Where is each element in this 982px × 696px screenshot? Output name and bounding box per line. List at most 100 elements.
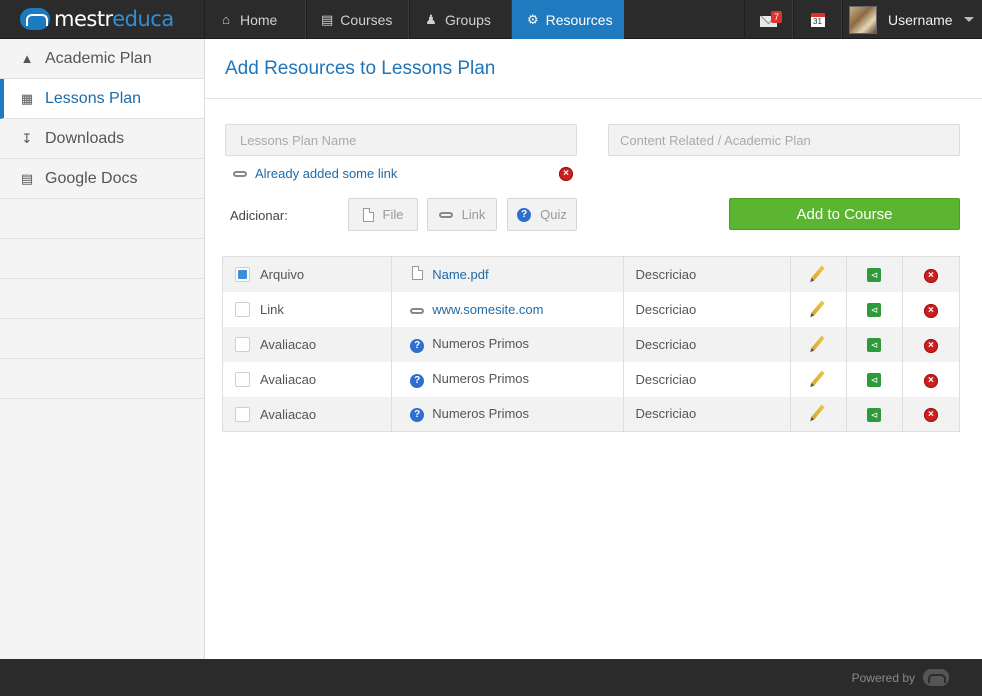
name-cell: ? Numeros Primos — [391, 361, 624, 397]
add-link-button[interactable]: Link — [427, 198, 497, 231]
add-quiz-button[interactable]: ? Quiz — [507, 198, 577, 231]
nav-courses[interactable]: ▤ Courses — [306, 0, 409, 39]
resource-link[interactable]: Name.pdf — [432, 267, 488, 282]
row-checkbox[interactable] — [235, 372, 250, 388]
file-icon — [409, 265, 425, 283]
footer-logo-icon[interactable] — [923, 669, 949, 686]
pencil-icon[interactable] — [811, 370, 825, 385]
nav-resources[interactable]: ⚙ Resources — [512, 0, 624, 39]
page-header: Add Resources to Lessons Plan — [205, 39, 982, 99]
mestreduca-logo[interactable]: mestreduca — [20, 7, 174, 31]
edit-cell — [790, 361, 847, 397]
added-link[interactable]: Already added some link — [233, 166, 397, 181]
resource-name[interactable]: Numeros Primos — [432, 337, 529, 352]
main-nav: ⌂ Home ▤ Courses ♟ Groups ⚙ Resources — [204, 0, 624, 39]
delete-icon[interactable]: × — [923, 408, 938, 423]
share-cell: ⊲ — [846, 256, 903, 292]
delete-cell: × — [902, 361, 961, 397]
messages-button[interactable]: 7 — [744, 0, 793, 39]
book-icon: ▦ — [20, 90, 34, 106]
footer: Powered by — [0, 659, 982, 696]
logo-text: mestreduca — [54, 7, 174, 31]
sidebar-empty-row — [0, 359, 204, 399]
share-icon[interactable]: ⊲ — [867, 373, 882, 387]
edit-cell — [790, 291, 847, 327]
graduation-cap-icon: ▲ — [20, 51, 34, 66]
delete-icon[interactable]: × — [923, 338, 938, 353]
add-file-button[interactable]: File — [348, 198, 418, 231]
row-checkbox[interactable] — [235, 406, 250, 422]
description-cell: Descriciao — [623, 291, 791, 327]
caret-down-icon — [963, 17, 974, 22]
nav-resources-label: Resources — [545, 11, 613, 28]
share-icon[interactable]: ⊲ — [867, 338, 882, 352]
sidebar-empty-row — [0, 279, 204, 319]
nav-groups-label: Groups — [445, 11, 491, 28]
content-related-input[interactable] — [608, 124, 960, 156]
lessons-plan-name-input[interactable] — [225, 124, 577, 156]
sidebar-empty-row — [0, 319, 204, 359]
user-menu[interactable]: Username — [842, 0, 982, 39]
nav-home[interactable]: ⌂ Home — [204, 0, 306, 39]
sidebar-item-lessons-plan[interactable]: ▦ Lessons Plan — [0, 79, 204, 119]
share-cell: ⊲ — [846, 396, 903, 432]
name-cell: www.somesite.com — [391, 291, 624, 327]
delete-icon[interactable]: × — [923, 303, 938, 318]
resource-name[interactable]: Numeros Primos — [432, 406, 529, 421]
row-checkbox[interactable] — [235, 267, 250, 283]
sidebar-item-academic-plan[interactable]: ▲ Academic Plan — [0, 39, 204, 79]
top-navbar: mestreduca ⌂ Home ▤ Courses ♟ Groups ⚙ R… — [0, 0, 982, 39]
description-cell: Descriciao — [623, 326, 791, 362]
table-row: Avaliacao ? Numeros Primos Descriciao ⊲ × — [222, 396, 961, 432]
sidebar-item-label: Downloads — [45, 129, 125, 147]
link-icon — [438, 211, 453, 218]
logo-mark-icon — [20, 8, 50, 30]
row-checkbox[interactable] — [235, 302, 250, 318]
home-icon: ⌂ — [222, 12, 230, 27]
pencil-icon[interactable] — [811, 335, 825, 350]
name-cell: ? Numeros Primos — [391, 396, 624, 432]
description-cell: Descriciao — [623, 361, 791, 397]
link-icon — [409, 302, 425, 317]
edit-cell — [790, 396, 847, 432]
add-to-course-button[interactable]: Add to Course — [729, 198, 960, 230]
remove-added-link-icon[interactable]: × — [559, 167, 573, 181]
pencil-icon[interactable] — [811, 404, 825, 420]
sidebar-item-google-docs[interactable]: ▤ Google Docs — [0, 159, 204, 199]
nav-groups[interactable]: ♟ Groups — [409, 0, 512, 39]
type-cell: Arquivo — [222, 256, 393, 292]
resource-link[interactable]: www.somesite.com — [432, 302, 543, 317]
resource-name[interactable]: Numeros Primos — [432, 372, 529, 387]
share-icon[interactable]: ⊲ — [867, 268, 882, 283]
add-link-label: Link — [461, 207, 486, 222]
type-cell: Avaliacao — [222, 396, 393, 432]
row-checkbox[interactable] — [235, 337, 250, 353]
share-icon[interactable]: ⊲ — [867, 407, 882, 422]
table-row: Link www.somesite.com Descriciao ⊲ × — [222, 291, 961, 327]
sidebar-item-label: Lessons Plan — [45, 89, 142, 107]
sidebar: ▲ Academic Plan ▦ Lessons Plan ↧ Downloa… — [0, 39, 205, 659]
nav-right: 7 31 Username — [744, 0, 982, 39]
delete-cell: × — [902, 326, 961, 362]
calendar-button[interactable]: 31 — [793, 0, 842, 39]
delete-icon[interactable]: × — [923, 373, 938, 388]
question-icon: ? — [409, 336, 425, 353]
name-cell: Name.pdf — [391, 256, 624, 292]
sidebar-item-label: Academic Plan — [45, 49, 152, 67]
pencil-icon[interactable] — [811, 265, 825, 281]
question-icon: ? — [517, 207, 532, 222]
add-file-label: File — [382, 207, 404, 222]
download-icon: ↧ — [21, 130, 33, 146]
description-cell: Descriciao — [623, 396, 791, 432]
delete-icon[interactable]: × — [923, 268, 938, 283]
pencil-icon[interactable] — [811, 300, 825, 315]
document-icon: ▤ — [20, 170, 34, 186]
share-icon[interactable]: ⊲ — [867, 303, 882, 317]
question-icon: ? — [409, 405, 425, 423]
sidebar-empty-row — [0, 199, 204, 239]
type-cell: Link — [222, 291, 393, 327]
page-icon: ▤ — [321, 11, 334, 27]
sidebar-item-downloads[interactable]: ↧ Downloads — [0, 119, 204, 159]
edit-cell — [790, 326, 847, 362]
delete-cell: × — [902, 396, 961, 432]
